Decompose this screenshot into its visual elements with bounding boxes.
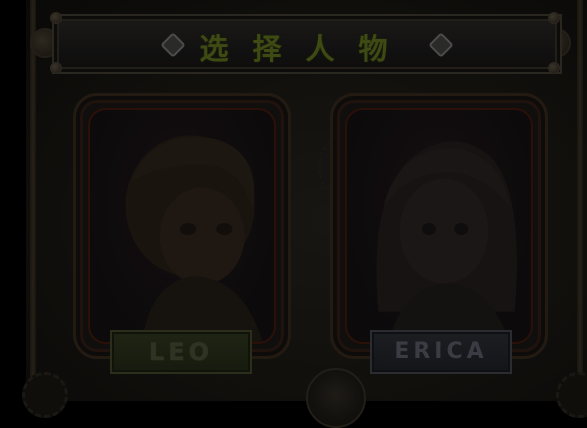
rivet-icon: [548, 12, 560, 24]
bottom-knob-gear-icon: [306, 368, 366, 428]
rivet-icon: [50, 62, 62, 74]
gear-icon: [556, 372, 587, 418]
page-title: 选择人物: [199, 32, 412, 66]
leo-portrait-silhouette: [125, 135, 263, 342]
gear-icon: [22, 372, 68, 418]
portrait-frame: [88, 108, 276, 344]
character-card-erica[interactable]: [330, 93, 548, 359]
rivet-icon: [548, 62, 560, 74]
erica-portrait-silhouette: [376, 141, 517, 342]
portrait-frame: [345, 108, 533, 344]
character-name-leo[interactable]: LEO: [110, 330, 252, 374]
rivet-icon: [50, 12, 62, 24]
character-name-erica[interactable]: ERICA: [370, 330, 512, 374]
character-card-leo[interactable]: [73, 93, 291, 359]
